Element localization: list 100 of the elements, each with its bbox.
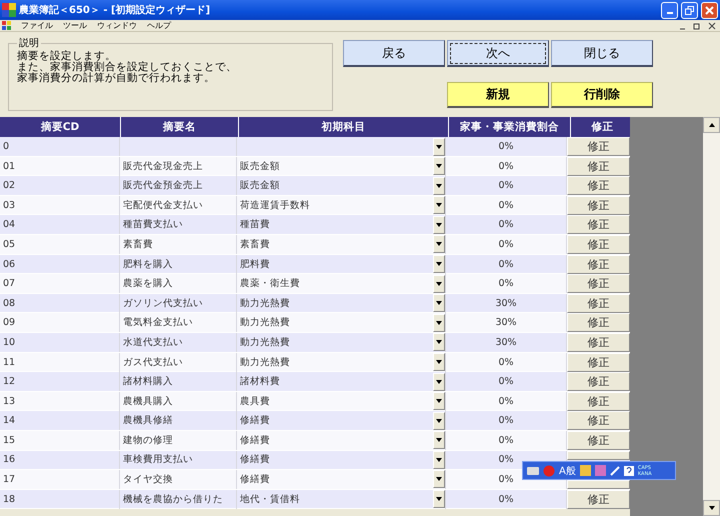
table-cell: 販売代金預金売上 [120, 176, 237, 196]
scroll-up-icon [708, 123, 714, 127]
mdi-controls-icon[interactable] [678, 22, 718, 30]
caret-icon [436, 458, 442, 462]
edit-button[interactable]: 修正 [567, 490, 630, 509]
dropdown-button[interactable] [433, 216, 445, 234]
edit-button[interactable]: 修正 [567, 294, 630, 313]
dropdown-button[interactable] [433, 314, 445, 332]
table-cell: 04 [0, 215, 120, 234]
scroll-up-button[interactable] [703, 117, 720, 133]
edit-button[interactable]: 修正 [567, 430, 630, 450]
caret-icon [436, 320, 442, 325]
pen-icon[interactable] [610, 466, 620, 476]
edit-button[interactable]: 修正 [567, 313, 630, 332]
account-select[interactable]: 地代・賃借料 [237, 492, 433, 506]
tool-icon[interactable] [580, 465, 591, 476]
account-select[interactable]: 修繕費 [237, 434, 433, 447]
account-select[interactable]: 修繕費 [237, 414, 433, 428]
account-select[interactable]: 肥料費 [237, 258, 433, 271]
nav-button[interactable]: 閉じる [551, 40, 653, 67]
account-select[interactable]: 種苗費 [237, 218, 433, 232]
table-cell: 09 [0, 313, 120, 332]
restore-button[interactable] [681, 2, 698, 18]
account-select[interactable]: 動力光熱費 [237, 316, 433, 330]
dropdown-button[interactable] [433, 333, 445, 352]
account-select[interactable]: 販売金額 [237, 160, 433, 173]
edit-button[interactable]: 修正 [567, 372, 630, 392]
caret-icon [436, 438, 442, 442]
table-cell: 電気料金支払い [120, 313, 237, 332]
edit-button[interactable]: 修正 [567, 215, 630, 234]
dropdown-button[interactable] [433, 274, 445, 293]
help-icon[interactable] [624, 466, 634, 476]
account-select[interactable]: 素畜費 [237, 238, 433, 251]
edit-button[interactable]: 修正 [567, 392, 630, 411]
dropdown-button[interactable] [433, 450, 445, 469]
table-cell: 02 [0, 176, 120, 196]
scrollbar[interactable] [703, 117, 720, 516]
dropdown-button[interactable] [433, 412, 445, 430]
table-cell: 15 [0, 430, 120, 450]
caret-icon [436, 418, 442, 423]
account-select[interactable]: 修繕費 [237, 472, 433, 486]
caret-icon [436, 242, 442, 246]
caret-icon [436, 262, 442, 266]
menu-item[interactable]: ツール [63, 20, 87, 31]
caret-icon [436, 360, 442, 364]
dropdown-button[interactable] [433, 157, 445, 176]
dropdown-button[interactable] [433, 294, 445, 312]
nav-button[interactable]: 戻る [343, 40, 445, 67]
edit-button[interactable]: 修正 [567, 196, 630, 215]
scroll-down-button[interactable] [703, 500, 720, 516]
panel-legend: 説明 [17, 38, 41, 49]
edit-button[interactable]: 修正 [567, 254, 630, 274]
minimize-button[interactable] [661, 2, 678, 18]
edit-button[interactable]: 修正 [567, 176, 630, 196]
dropdown-button[interactable] [433, 196, 445, 214]
table-cell: 諸材料購入 [120, 372, 237, 392]
description-text: また、家事消費割合を設定しておくことで、 [17, 62, 238, 73]
table-cell: 建物の修理 [120, 430, 237, 450]
edit-button[interactable]: 修正 [567, 137, 630, 156]
dropdown-button[interactable] [433, 138, 445, 156]
account-select[interactable]: 販売金額 [237, 179, 433, 192]
table-cell: 07 [0, 274, 120, 294]
dropdown-button[interactable] [433, 372, 445, 391]
menu-item[interactable]: ウィンドウ [97, 20, 137, 31]
edit-button[interactable]: 修正 [567, 234, 630, 254]
edit-button[interactable]: 修正 [567, 411, 630, 430]
column-header: 初期科目 [239, 117, 448, 137]
nav-button[interactable]: 次へ [447, 40, 549, 67]
keyboard-icon[interactable] [527, 466, 539, 474]
caret-icon [436, 380, 442, 384]
account-select[interactable]: 農具費 [237, 394, 433, 408]
account-select[interactable]: 動力光熱費 [237, 296, 433, 310]
menu-item[interactable]: ファイル [21, 20, 53, 31]
restore-icon [685, 6, 694, 14]
menu-item[interactable]: ヘルプ [147, 20, 171, 31]
edit-button[interactable]: 修正 [567, 352, 630, 372]
dropdown-button[interactable] [433, 431, 445, 450]
dropdown-button[interactable] [433, 470, 445, 488]
account-select[interactable]: 動力光熱費 [237, 356, 433, 369]
account-select[interactable]: 農薬・衛生費 [237, 277, 433, 290]
account-select[interactable]: 動力光熱費 [237, 336, 433, 349]
action-button[interactable]: 新規 [447, 82, 549, 108]
edit-button[interactable]: 修正 [567, 274, 630, 294]
caret-icon [436, 184, 442, 188]
dropdown-button[interactable] [433, 353, 445, 372]
caret-icon [436, 282, 442, 286]
close-button[interactable] [701, 2, 718, 18]
dropdown-button[interactable] [433, 235, 445, 254]
account-select[interactable]: 諸材料費 [237, 375, 433, 388]
column-header: 修正 [571, 117, 630, 137]
account-select[interactable]: 修繕費 [237, 453, 433, 466]
account-select[interactable]: 荷造運賃手数料 [237, 198, 433, 212]
caret-icon [436, 477, 442, 482]
dropdown-button[interactable] [433, 255, 445, 274]
dropdown-button[interactable] [433, 176, 445, 195]
edit-button[interactable]: 修正 [567, 156, 630, 176]
dropdown-button[interactable] [433, 392, 445, 410]
action-button[interactable]: 行削除 [551, 82, 653, 108]
edit-button[interactable]: 修正 [567, 332, 630, 352]
dropdown-button[interactable] [433, 490, 445, 508]
